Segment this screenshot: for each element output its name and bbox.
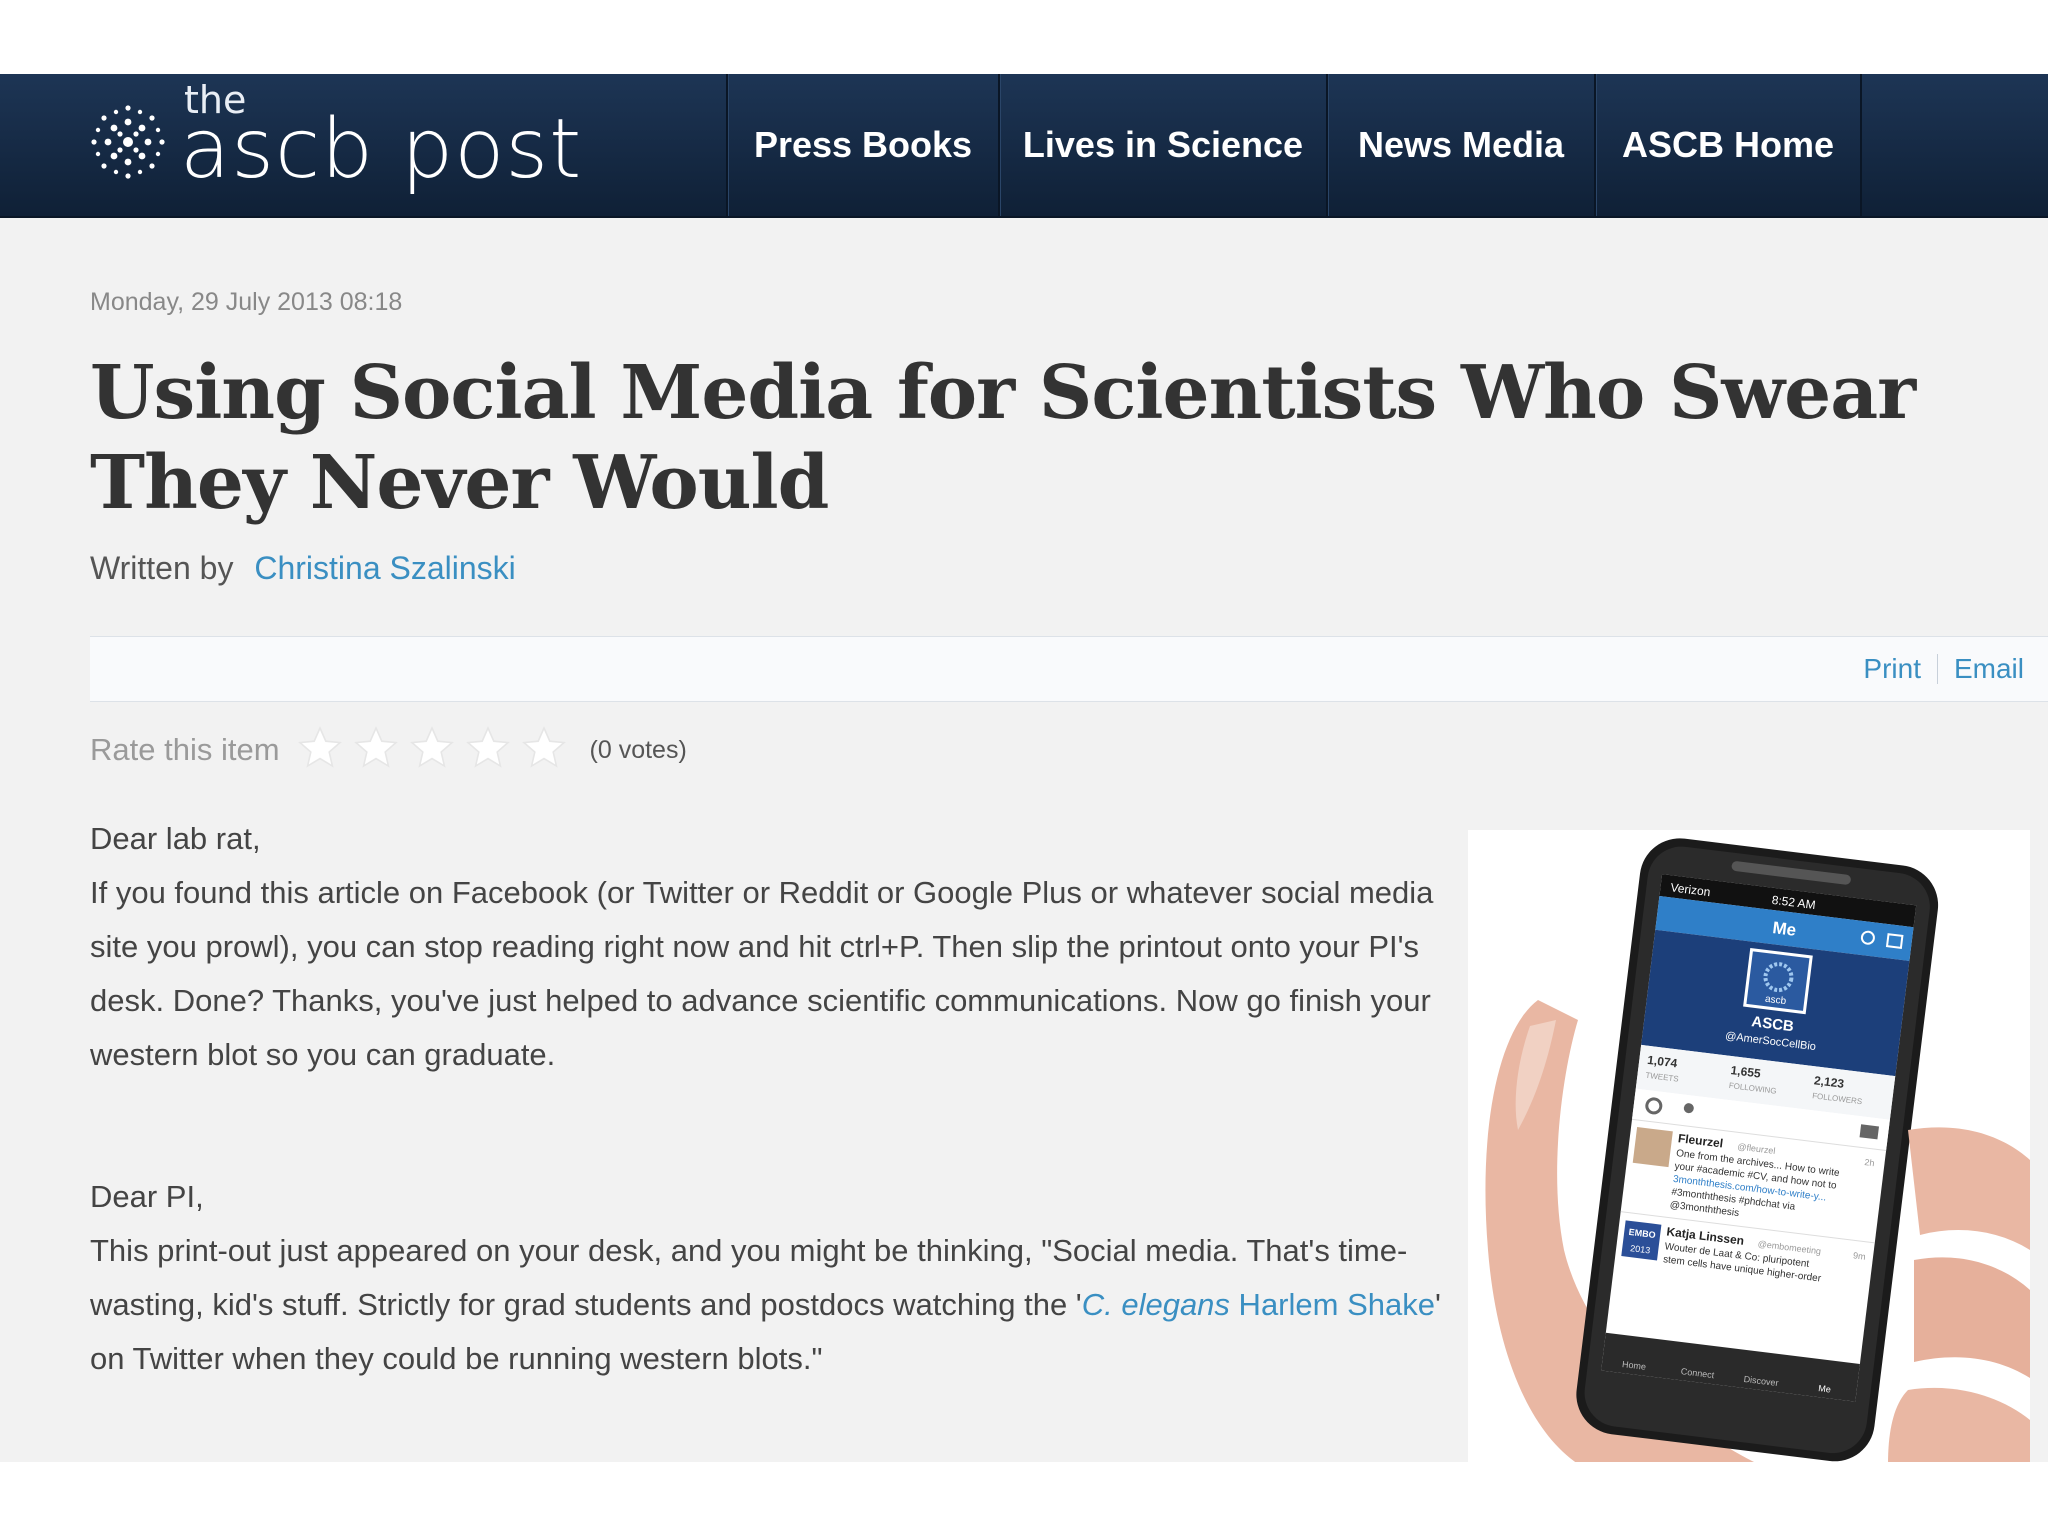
phone-tweet-avatar — [1632, 1127, 1673, 1168]
article-toolbar: Print Email — [90, 636, 2048, 702]
print-link[interactable]: Print — [1847, 653, 1937, 685]
article-container: Monday, 29 July 2013 08:18 Using Social … — [0, 218, 2048, 1464]
phone-photo: Verizon 8:52 AM Me ascb ASCB @AmerSocCel… — [1468, 830, 2030, 1464]
page-bottom — [0, 1462, 2048, 1536]
byline-label: Written by — [90, 550, 234, 586]
paragraph-1: If you found this article on Facebook (o… — [90, 875, 1434, 1072]
phone-tweet-age: 2h — [1864, 1157, 1875, 1168]
paragraph-2: This print-out just appeared on your des… — [90, 1224, 1450, 1386]
nav-ascb-home[interactable]: ASCB Home — [1594, 74, 1862, 216]
nav-news-media[interactable]: News Media — [1326, 74, 1594, 216]
nav-press-books[interactable]: Press Books — [726, 74, 998, 216]
rating-star-icon[interactable] — [408, 724, 456, 772]
email-link[interactable]: Email — [1938, 653, 2040, 685]
vote-count: (0 votes) — [589, 735, 687, 764]
phone-tweet-age: 9m — [1852, 1250, 1866, 1261]
phone-mail-icon — [1859, 1124, 1879, 1140]
logo-wordmark: ascb post — [180, 102, 583, 197]
rating-star-icon[interactable] — [352, 724, 400, 772]
article-title: Using Social Media for Scientists Who Sw… — [90, 350, 1916, 526]
nav-lives-in-science[interactable]: Lives in Science — [998, 74, 1326, 216]
greeting-pi: Dear PI, — [90, 1179, 204, 1214]
site-logo[interactable]: the ascb post — [88, 74, 648, 216]
article-date: Monday, 29 July 2013 08:18 — [90, 288, 403, 316]
harlem-shake-link[interactable]: C. elegans Harlem Shake — [1082, 1287, 1435, 1322]
rating-star-icon[interactable] — [520, 724, 568, 772]
phone-illustration: Verizon 8:52 AM Me ascb ASCB @AmerSocCel… — [1468, 830, 2030, 1464]
rating-star-icon[interactable] — [464, 724, 512, 772]
site-header: the ascb post Press Books Lives in Scien… — [0, 74, 2048, 218]
byline: Written by Christina Szalinski — [90, 550, 516, 587]
rating-widget: Rate this item (0 votes) — [90, 722, 687, 778]
rating-star-icon[interactable] — [296, 724, 344, 772]
harlem-shake-link-rest: Harlem Shake — [1229, 1287, 1435, 1322]
harlem-shake-link-species: C. elegans — [1081, 1287, 1230, 1322]
author-link[interactable]: Christina Szalinski — [254, 550, 515, 586]
phone-tab-me: Me — [1818, 1383, 1832, 1394]
logo-burst-icon — [91, 105, 165, 179]
article-tools: Print Email — [1847, 637, 2040, 701]
main-nav: Press Books Lives in Science News Media … — [726, 74, 1862, 216]
rating-stars — [296, 724, 576, 777]
rating-label: Rate this item — [90, 732, 280, 767]
greeting-lab-rat: Dear lab rat, — [90, 821, 261, 856]
phone-tab-title: Me — [1771, 918, 1797, 940]
